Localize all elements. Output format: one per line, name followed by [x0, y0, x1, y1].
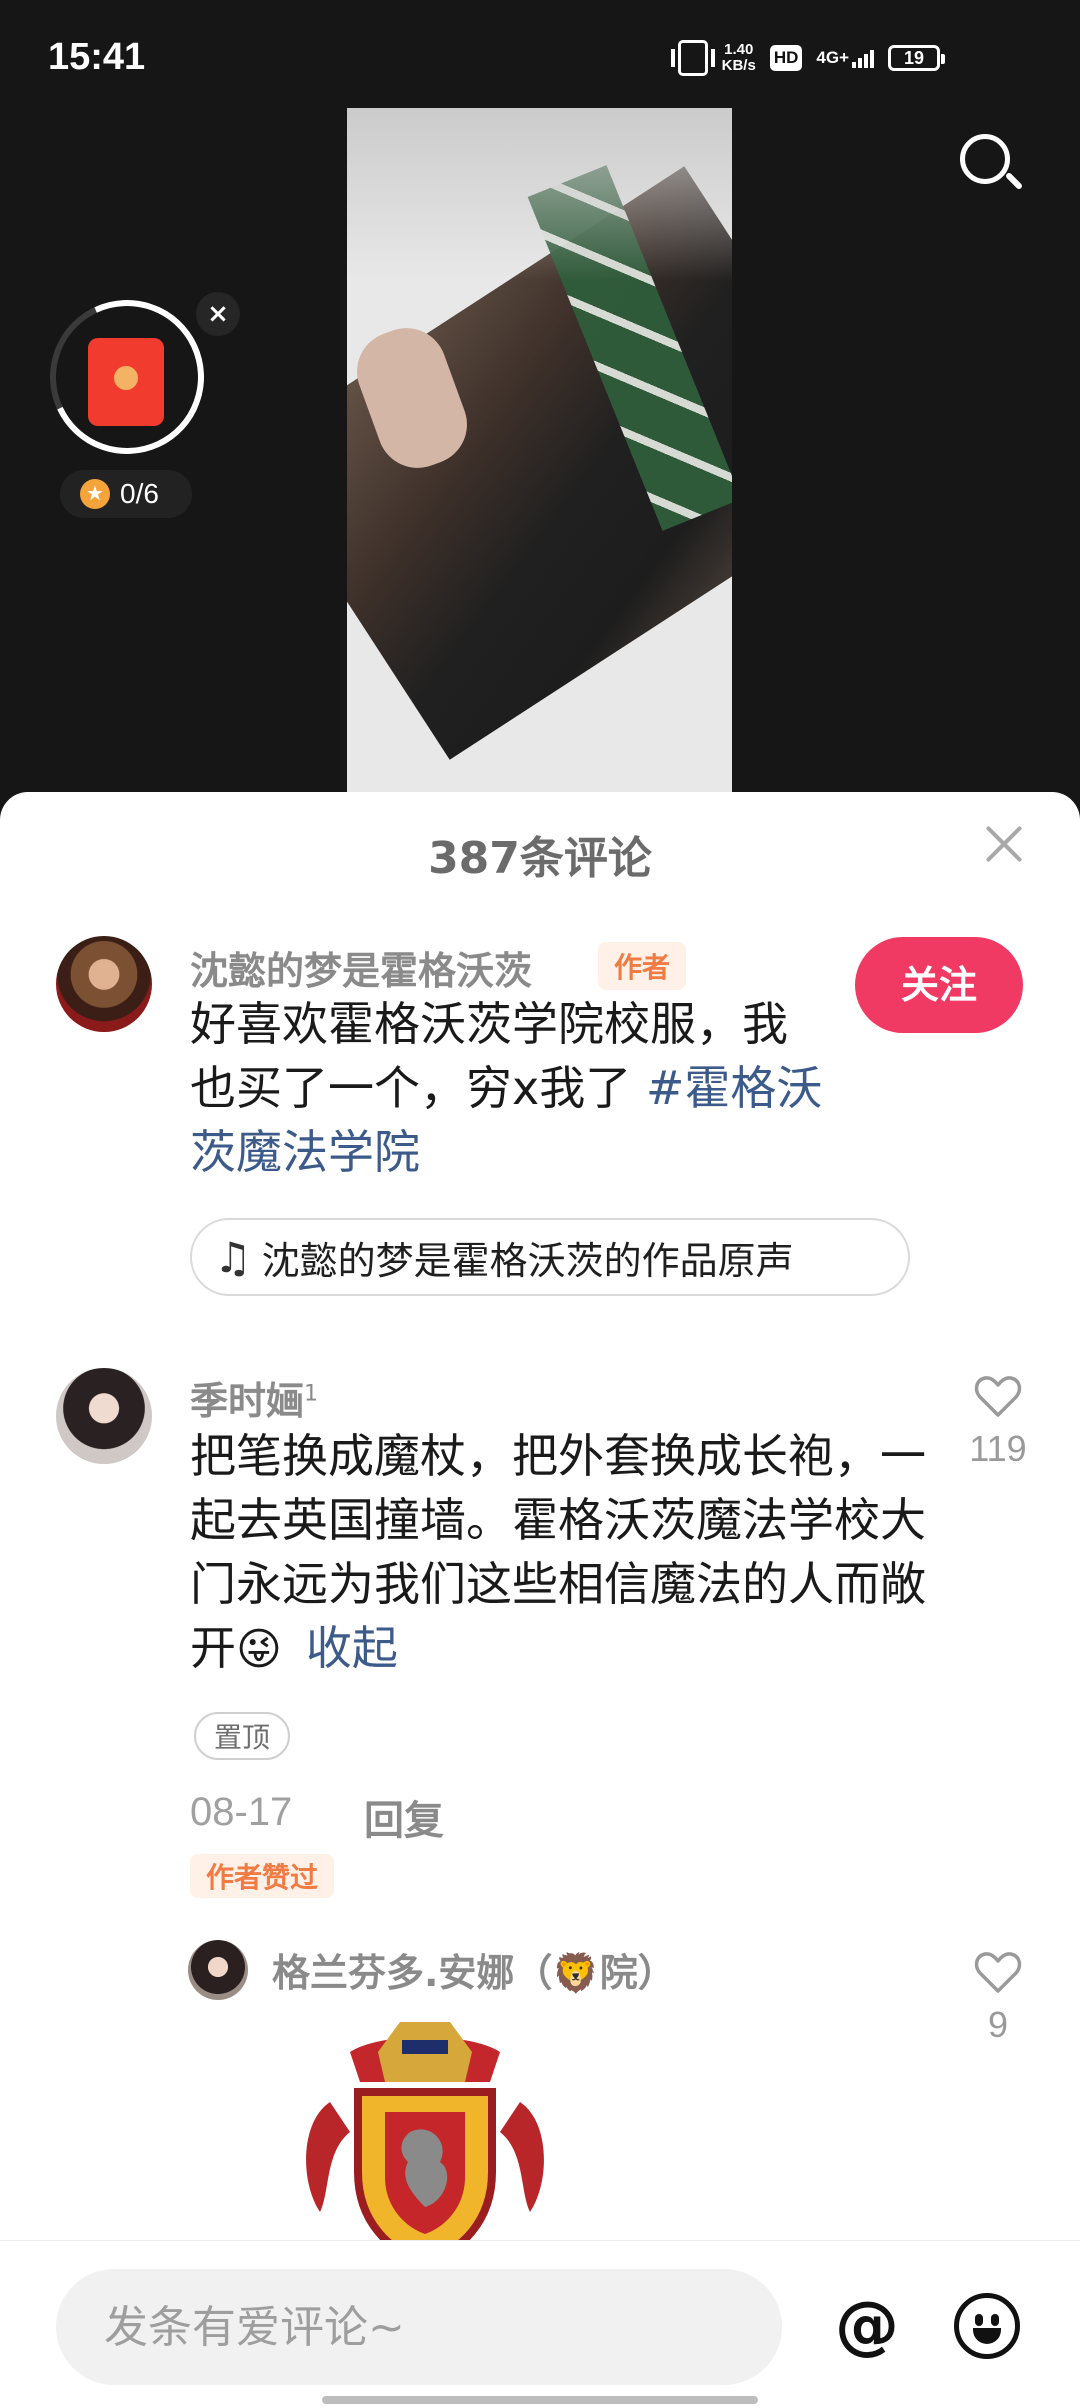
emoji-icon[interactable]: [954, 2293, 1020, 2359]
author-name[interactable]: 沈懿的梦是霍格沃茨: [190, 940, 532, 995]
red-packet-close-button[interactable]: ×: [196, 292, 240, 336]
red-envelope-icon: [88, 338, 164, 426]
red-packet-progress-badge: ★ 0/6: [60, 470, 192, 518]
search-icon[interactable]: [958, 132, 1024, 198]
commenter-avatar[interactable]: [56, 1368, 152, 1464]
author-tag: 作者: [598, 942, 687, 990]
home-indicator[interactable]: [322, 2396, 758, 2404]
status-icons: 1.40 KB/s HD 4G+ 19: [670, 40, 945, 76]
music-note-icon: ♫: [214, 1232, 252, 1282]
gryffindor-crest-sticker[interactable]: [290, 2012, 560, 2262]
battery-icon: 19: [888, 45, 945, 71]
heart-icon[interactable]: [974, 1374, 1022, 1418]
red-packet-widget[interactable]: [28, 278, 226, 476]
original-sound-chip[interactable]: ♫ 沈懿的梦是霍格沃茨的作品原声: [190, 1218, 910, 1296]
comment-sheet: 387条评论 沈懿的梦是霍格沃茨 作者 关注 好喜欢霍格沃茨学院校服，我也买了一…: [0, 792, 1080, 2408]
original-sound-label: 沈懿的梦是霍格沃茨的作品原声: [261, 1238, 794, 1283]
vibrate-icon: [670, 40, 715, 76]
pinned-tag: 置顶: [194, 1712, 291, 1760]
status-time: 15:41: [48, 36, 146, 78]
post-caption: 好喜欢霍格沃茨学院校服，我也买了一个，穷x我了 #霍格沃茨魔法学院: [190, 997, 823, 1179]
status-bar: 15:41 1.40 KB/s HD 4G+ 19: [0, 0, 1080, 120]
comment-input-bar: @: [0, 2240, 1080, 2408]
follow-button[interactable]: 关注: [855, 937, 1023, 1033]
red-packet-progress: 0/6: [120, 478, 159, 509]
author-liked-tag: 作者赞过: [190, 1854, 335, 1898]
reply-username[interactable]: 格兰芬多.安娜（🦁院）: [272, 1942, 676, 1997]
hd-icon: HD: [769, 45, 803, 71]
signal-icon: 4G+: [816, 48, 874, 68]
reply-like-count: 9: [987, 2004, 1009, 2045]
comment-count-title: 387条评论: [428, 833, 652, 884]
reply-avatar[interactable]: [188, 1940, 248, 2000]
close-icon[interactable]: [980, 820, 1028, 868]
reply-button[interactable]: 回复: [364, 1788, 444, 1846]
star-icon: ★: [80, 479, 110, 509]
like-count: 119: [969, 1428, 1027, 1469]
heart-icon[interactable]: [974, 1950, 1022, 1994]
comment-text: 把笔换成魔杖，把外套换成长袍，一起去英国撞墙。霍格沃茨魔法学校大门永远为我们这些…: [190, 1429, 926, 1675]
video-preview[interactable]: [347, 108, 732, 798]
network-speed: 1.40 KB/s: [721, 41, 756, 74]
commenter-name[interactable]: 季时婳1: [190, 1370, 318, 1425]
author-avatar[interactable]: [56, 936, 152, 1032]
wink-emoji: 😜: [236, 1624, 282, 1675]
comment-input[interactable]: [56, 2269, 782, 2385]
mention-icon[interactable]: @: [832, 2291, 902, 2361]
collapse-link[interactable]: 收起: [306, 1621, 398, 1675]
comment-date: 08-17: [190, 1790, 293, 1834]
